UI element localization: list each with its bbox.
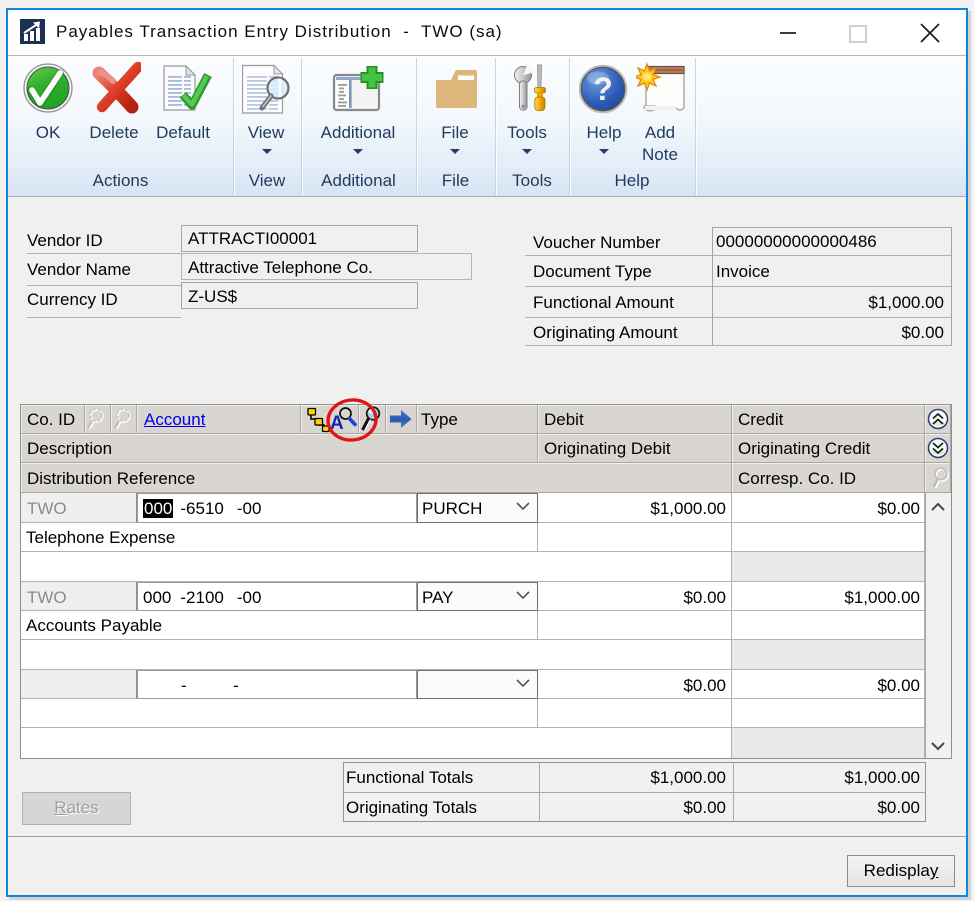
svg-text:?: ? [593, 71, 613, 107]
